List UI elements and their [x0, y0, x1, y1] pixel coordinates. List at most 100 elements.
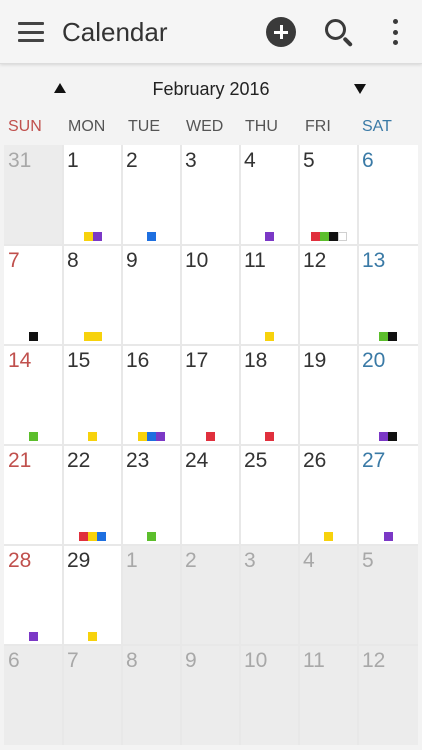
- day-cell[interactable]: 24: [181, 445, 240, 545]
- app-bar: Calendar: [0, 0, 422, 64]
- weekday-label-sat: SAT: [362, 118, 392, 135]
- weekday-label-tue: TUE: [128, 118, 160, 135]
- day-number: 9: [126, 249, 138, 272]
- event-marker-blue: [147, 232, 156, 241]
- day-cell[interactable]: 31: [4, 145, 63, 245]
- day-number: 2: [185, 549, 197, 572]
- event-markers: [4, 432, 63, 441]
- day-cell[interactable]: 4: [240, 145, 299, 245]
- month-label: February 2016: [152, 79, 270, 99]
- day-number: 10: [244, 649, 268, 672]
- day-number: 6: [362, 149, 374, 172]
- day-cell[interactable]: 18: [240, 345, 299, 445]
- day-cell[interactable]: 11: [299, 645, 358, 745]
- day-cell[interactable]: 22: [63, 445, 122, 545]
- day-cell[interactable]: 12: [299, 245, 358, 345]
- day-number: 7: [8, 249, 20, 272]
- grid-column-divider: [298, 145, 300, 745]
- day-cell[interactable]: 6: [4, 645, 63, 745]
- event-markers: [122, 532, 181, 541]
- day-cell[interactable]: 21: [4, 445, 63, 545]
- event-marker-green: [29, 432, 38, 441]
- event-markers: [299, 232, 358, 241]
- day-cell[interactable]: 5: [358, 545, 418, 645]
- day-cell[interactable]: 25: [240, 445, 299, 545]
- event-marker-green: [320, 232, 329, 241]
- day-cell[interactable]: 12: [358, 645, 418, 745]
- next-month-arrow-icon[interactable]: [354, 84, 366, 94]
- day-cell[interactable]: 6: [358, 145, 418, 245]
- event-marker-white: [338, 232, 347, 241]
- day-number: 10: [185, 249, 209, 272]
- day-number: 11: [303, 649, 325, 672]
- day-number: 12: [303, 249, 327, 272]
- grid-column-divider: [62, 145, 64, 745]
- event-marker-purple: [156, 432, 165, 441]
- event-markers: [240, 332, 299, 341]
- event-markers: [4, 332, 63, 341]
- day-number: 1: [67, 149, 79, 172]
- day-cell[interactable]: 29: [63, 545, 122, 645]
- day-cell[interactable]: 14: [4, 345, 63, 445]
- day-number: 31: [8, 149, 32, 172]
- day-cell[interactable]: 7: [4, 245, 63, 345]
- event-markers: [240, 432, 299, 441]
- day-number: 8: [67, 249, 79, 272]
- event-markers: [4, 632, 63, 641]
- day-cell[interactable]: 27: [358, 445, 418, 545]
- event-marker-blue: [147, 432, 156, 441]
- search-icon[interactable]: [322, 16, 356, 50]
- day-cell[interactable]: 20: [358, 345, 418, 445]
- event-markers: [63, 332, 122, 341]
- day-number: 2: [126, 149, 138, 172]
- day-cell[interactable]: 7: [63, 645, 122, 745]
- day-cell[interactable]: 9: [181, 645, 240, 745]
- more-vertical-icon[interactable]: [386, 18, 404, 46]
- day-cell[interactable]: 9: [122, 245, 181, 345]
- event-marker-blue: [97, 532, 106, 541]
- event-marker-red: [79, 532, 88, 541]
- day-cell[interactable]: 2: [122, 145, 181, 245]
- event-markers: [122, 232, 181, 241]
- day-number: 20: [362, 349, 386, 372]
- day-cell[interactable]: 2: [181, 545, 240, 645]
- day-cell[interactable]: 23: [122, 445, 181, 545]
- day-cell[interactable]: 1: [122, 545, 181, 645]
- day-cell[interactable]: 26: [299, 445, 358, 545]
- prev-month-arrow-icon[interactable]: [54, 83, 66, 93]
- event-marker-purple: [384, 532, 393, 541]
- menu-icon[interactable]: [16, 20, 46, 44]
- day-cell[interactable]: 8: [63, 245, 122, 345]
- day-cell[interactable]: 10: [181, 245, 240, 345]
- add-event-icon[interactable]: [266, 17, 296, 47]
- day-number: 25: [244, 449, 268, 472]
- event-marker-red: [206, 432, 215, 441]
- weekday-label-mon: MON: [68, 118, 106, 135]
- day-number: 24: [185, 449, 209, 472]
- grid-column-divider: [357, 145, 359, 745]
- day-cell[interactable]: 4: [299, 545, 358, 645]
- day-cell[interactable]: 13: [358, 245, 418, 345]
- event-marker-yellow: [84, 332, 93, 341]
- day-number: 8: [126, 649, 138, 672]
- day-cell[interactable]: 3: [181, 145, 240, 245]
- day-cell[interactable]: 16: [122, 345, 181, 445]
- day-cell[interactable]: 10: [240, 645, 299, 745]
- day-number: 9: [185, 649, 197, 672]
- event-marker-yellow: [88, 632, 97, 641]
- day-cell[interactable]: 17: [181, 345, 240, 445]
- day-cell[interactable]: 15: [63, 345, 122, 445]
- event-markers: [63, 232, 122, 241]
- day-cell[interactable]: 11: [240, 245, 299, 345]
- event-marker-purple: [93, 232, 102, 241]
- day-number: 16: [126, 349, 150, 372]
- day-cell[interactable]: 1: [63, 145, 122, 245]
- day-cell[interactable]: 3: [240, 545, 299, 645]
- event-marker-black: [388, 432, 397, 441]
- grid-column-divider: [180, 145, 182, 745]
- day-cell[interactable]: 5: [299, 145, 358, 245]
- day-cell[interactable]: 19: [299, 345, 358, 445]
- event-marker-purple: [265, 232, 274, 241]
- day-cell[interactable]: 28: [4, 545, 63, 645]
- day-cell[interactable]: 8: [122, 645, 181, 745]
